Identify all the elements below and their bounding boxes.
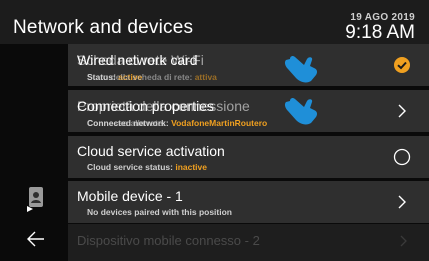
chevron-right-icon	[399, 234, 409, 253]
row-label-overlay: Proprietà della connessione	[77, 98, 250, 114]
chevron-right-icon[interactable]	[393, 193, 411, 211]
time-label: 9:18 AM	[345, 22, 415, 43]
list-item-mobile-device-1[interactable]: Mobile device - 1 No devices paired with…	[68, 181, 429, 223]
row-label: Dispositivo mobile connesso - 2	[77, 233, 260, 248]
list-item-mobile-device-2[interactable]: Dispositivo mobile connesso - 2	[68, 224, 429, 261]
row-label: Cloud service activation	[77, 143, 225, 159]
list-item-cloud-service[interactable]: Cloud service activation Cloud service s…	[68, 136, 429, 178]
check-icon[interactable]	[393, 56, 411, 74]
row-sub-label: Cloud service status: inactive	[87, 162, 207, 172]
row-sub-label-overlay: Connesso alla rete:	[87, 118, 166, 128]
mobile-device-icon	[26, 186, 46, 217]
pointing-hand-icon	[282, 96, 320, 130]
back-arrow-icon[interactable]	[26, 229, 46, 254]
list-item-connection-properties[interactable]: Connection properties Proprietà della co…	[68, 90, 429, 132]
pointing-hand-icon	[282, 54, 320, 88]
page-title: Network and devices	[13, 17, 194, 38]
row-label: Mobile device - 1	[77, 188, 183, 204]
chevron-right-icon[interactable]	[393, 102, 411, 120]
row-label-overlay: Scheda di rete Wi-Fi	[77, 52, 204, 68]
row-sub-label: No devices paired with this position	[87, 207, 232, 217]
list-item-network-card[interactable]: Wired network card Scheda di rete Wi-Fi …	[68, 44, 429, 86]
header-bar: Network and devices 19 AGO 2019 9:18 AM	[0, 0, 429, 44]
row-sub-label-overlay: Stato della scheda di rete: attiva	[87, 72, 217, 82]
circle-icon[interactable]	[393, 148, 411, 166]
